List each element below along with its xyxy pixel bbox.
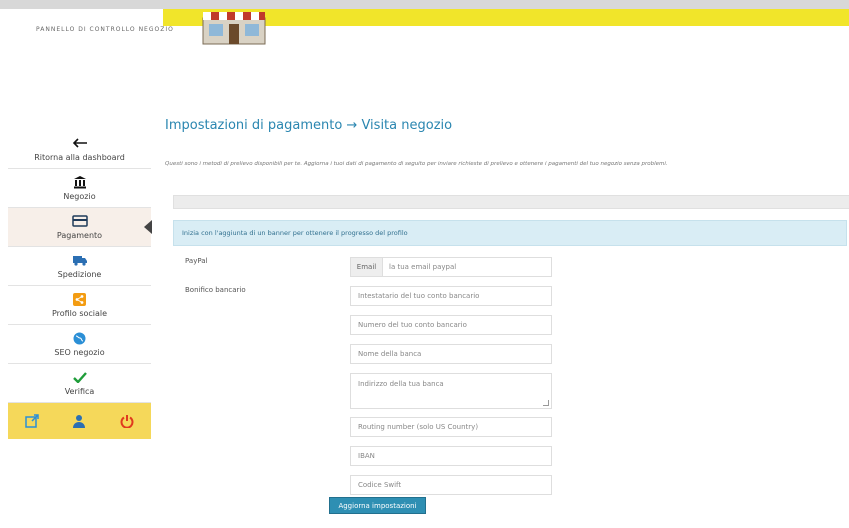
email-addon: Email xyxy=(351,258,383,276)
iban-input[interactable]: IBAN xyxy=(350,446,552,466)
back-arrow-icon xyxy=(72,136,88,150)
sidebar-item-label: Spedizione xyxy=(57,270,102,279)
user-icon[interactable] xyxy=(69,411,89,431)
sidebar-item-dashboard[interactable]: Ritorna alla dashboard xyxy=(8,130,151,169)
top-border xyxy=(0,0,849,9)
bank-name-input[interactable]: Nome della banca xyxy=(350,344,552,364)
sidebar-item-label: SEO negozio xyxy=(54,348,105,357)
sidebar-item-label: Verifica xyxy=(64,387,95,396)
sidebar-item-verification[interactable]: Verifica xyxy=(8,364,151,403)
paypal-label: PayPal xyxy=(185,257,208,265)
sidebar-item-label: Negozio xyxy=(63,192,96,201)
power-icon[interactable] xyxy=(117,411,137,431)
truck-icon xyxy=(72,253,88,267)
page-title: Impostazioni di pagamento → Visita negoz… xyxy=(165,118,453,133)
bank-address-textarea[interactable]: Indirizzo della tua banca xyxy=(350,373,552,409)
account-holder-input[interactable]: Intestatario del tuo conto bancario xyxy=(350,286,552,306)
sidebar-item-store[interactable]: Negozio xyxy=(8,169,151,208)
sidebar-item-shipping[interactable]: Spedizione xyxy=(8,247,151,286)
brand-text: PANNELLO DI CONTROLLO NEGOZIO xyxy=(36,26,174,33)
sidebar: Ritorna alla dashboard Negozio Pagamento… xyxy=(8,130,151,439)
paypal-email-field[interactable]: Email la tua email paypal xyxy=(350,257,552,277)
globe-icon xyxy=(72,331,88,345)
sidebar-item-label: Pagamento xyxy=(56,231,103,240)
page-description: Questi sono i metodi di prelievo disponi… xyxy=(165,161,668,167)
swift-code-input[interactable]: Codice Swift xyxy=(350,475,552,495)
share-icon xyxy=(72,292,88,306)
sidebar-item-social-profile[interactable]: Profilo sociale xyxy=(8,286,151,325)
check-icon xyxy=(72,370,88,384)
storefront-logo-icon xyxy=(202,12,266,45)
bank-icon xyxy=(72,175,88,189)
profile-progress-notice: Inizia con l'aggiunta di un banner per o… xyxy=(173,220,847,246)
sidebar-bottom-bar xyxy=(8,403,151,439)
routing-number-input[interactable]: Routing number (solo US Country) xyxy=(350,417,552,437)
sidebar-item-store-seo[interactable]: SEO negozio xyxy=(8,325,151,364)
update-settings-button[interactable]: Aggiorna impostazioni xyxy=(329,497,426,514)
bank-transfer-label: Bonifico bancario xyxy=(185,286,246,294)
sidebar-item-label: Profilo sociale xyxy=(51,309,108,318)
credit-card-icon xyxy=(71,214,88,228)
paypal-email-input[interactable]: la tua email paypal xyxy=(383,258,551,276)
sidebar-item-label: Ritorna alla dashboard xyxy=(34,153,125,162)
account-number-input[interactable]: Numero del tuo conto bancario xyxy=(350,315,552,335)
progress-bar xyxy=(173,195,849,209)
sidebar-item-payment[interactable]: Pagamento xyxy=(8,208,151,247)
external-link-icon[interactable] xyxy=(22,411,42,431)
